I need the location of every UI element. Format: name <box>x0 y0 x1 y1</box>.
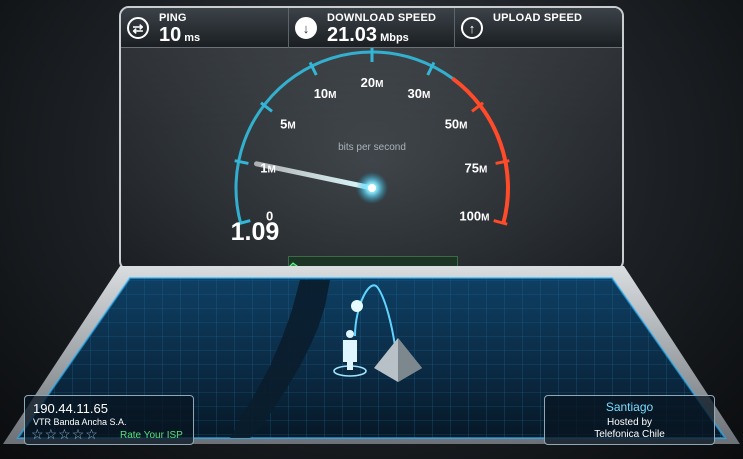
tick-number: 5 <box>280 116 287 131</box>
gauge-arc-low <box>234 50 454 224</box>
connection-dot <box>351 300 363 312</box>
speed-readout: 1.09 <box>230 218 280 246</box>
server-city: Santiago <box>605 400 654 414</box>
server-host: Telefonica Chile <box>594 429 665 440</box>
isp-info-box: 190.44.11.65 VTR Banda Ancha S.A. ☆ ☆ ☆ ☆ ☆ … <box>24 395 194 445</box>
gauge-arc-high <box>451 76 510 224</box>
gauge-tick-label: 10M <box>314 86 337 101</box>
rating-star-icon[interactable]: ☆ <box>58 427 71 441</box>
unit-caption: bits per second <box>338 142 406 153</box>
server-info-box[interactable]: Santiago Hosted by Telefonica Chile <box>544 395 715 445</box>
tick-number: 10 <box>314 86 328 101</box>
tick-unit: M <box>287 120 295 131</box>
tick-unit: M <box>422 90 430 101</box>
gauge-tick-label: 100M <box>459 208 489 223</box>
rating-star-icon[interactable]: ☆ <box>85 427 98 441</box>
speedtest-stage: ⇄ PING 10 ms ↓ DOWNLOAD SPEED 21.03 Mbps ↑… <box>0 0 743 459</box>
gauge-tick-label: 5M <box>280 116 296 131</box>
rate-isp-link[interactable]: Rate Your ISP <box>120 430 183 441</box>
gauge-tick-label: 50M <box>445 116 468 131</box>
tick-number: 20 <box>361 75 375 90</box>
isp-rating-stars[interactable]: ☆ ☆ ☆ ☆ ☆ <box>31 427 99 441</box>
gauge-tick-label: 75M <box>465 160 488 175</box>
gauge-tick-label: 20M <box>361 75 384 90</box>
tick-number: 30 <box>407 86 421 101</box>
tick-unit: M <box>328 90 336 101</box>
gauge-tick-label: 30M <box>407 86 430 101</box>
rating-star-icon[interactable]: ☆ <box>45 427 58 441</box>
tick-unit: M <box>479 164 487 175</box>
needle-shaft <box>254 161 375 191</box>
rating-star-icon[interactable]: ☆ <box>72 427 85 441</box>
tick-number: 75 <box>465 160 479 175</box>
rating-star-icon[interactable]: ☆ <box>31 427 44 441</box>
tick-unit: M <box>459 120 467 131</box>
tick-number: 50 <box>445 116 459 131</box>
gauge-needle <box>254 161 388 204</box>
user-head <box>346 330 354 338</box>
tick-unit: M <box>481 212 489 223</box>
ip-address: 190.44.11.65 <box>33 401 108 416</box>
tick-unit: M <box>375 79 383 90</box>
tick-number: 100 <box>459 208 481 223</box>
hosted-by-label: Hosted by <box>606 417 653 428</box>
needle-hub <box>368 184 376 192</box>
